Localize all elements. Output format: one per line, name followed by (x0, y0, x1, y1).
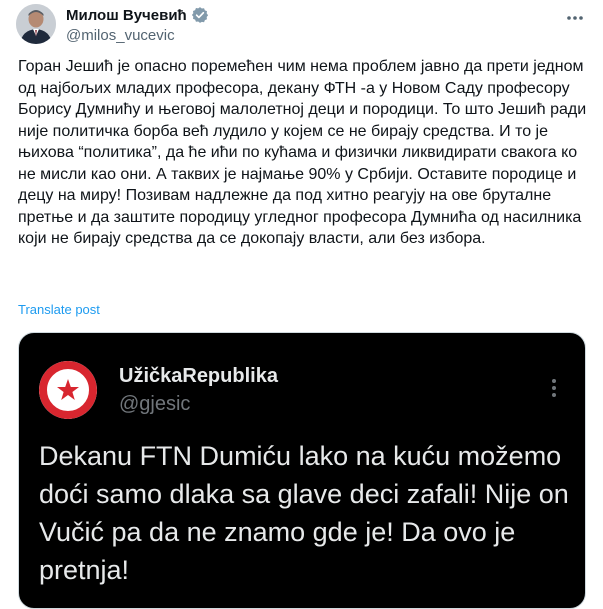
author-handle[interactable]: @milos_vucevic (66, 27, 175, 44)
embedded-tweet-text: Dekanu FTN Dumiću lako na kuću možemo do… (39, 441, 569, 585)
verified-badge-icon (191, 6, 209, 24)
author-name-row: Милош Вучевић (66, 6, 209, 24)
tweet-card: Милош Вучевић @milos_vucevic Горан Јешић… (0, 0, 603, 609)
more-options-icon (543, 377, 565, 399)
embedded-author-handle: @gjesic (119, 393, 191, 415)
tweet-text: Горан Јешић је опасно поремећен чим нема… (18, 58, 587, 247)
embedded-author-name: UžičkaRepublika (119, 365, 278, 387)
more-options-icon[interactable] (564, 8, 586, 28)
author-name[interactable]: Милош Вучевић (66, 7, 187, 24)
author-avatar[interactable] (16, 4, 56, 44)
avatar-photo-icon (16, 4, 56, 44)
uzicka-republika-logo (39, 361, 97, 419)
embedded-screenshot[interactable]: UžičkaRepublika @gjesic Dekanu FTN Dumić… (18, 332, 586, 609)
translate-post-link[interactable]: Translate post (18, 302, 100, 317)
